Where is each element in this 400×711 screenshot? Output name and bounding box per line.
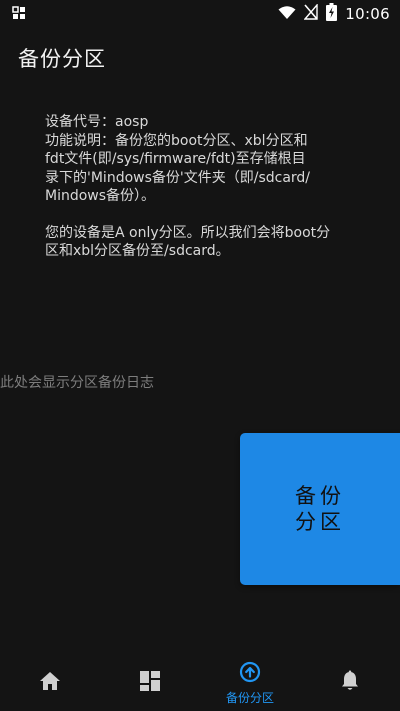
- notification-grid-icon: [12, 5, 26, 24]
- bottom-nav: 备份分区: [0, 655, 400, 711]
- status-bar: 10:06: [0, 0, 400, 28]
- backup-partition-button[interactable]: 备份分区: [240, 433, 400, 585]
- device-info-line: 您的设备是A only分区。所以我们会将boot分: [45, 224, 331, 241]
- device-info-line: 区和xbl分区备份至/sdcard。: [45, 243, 230, 259]
- upload-circle-icon: [239, 661, 261, 687]
- wifi-icon: [278, 5, 296, 24]
- info-text: 设备代号：aosp 功能说明：备份您的boot分区、xbl分区和 fdt文件(即…: [45, 113, 363, 261]
- nav-item-home[interactable]: [0, 655, 100, 711]
- bell-icon: [340, 670, 360, 696]
- nav-item-backup[interactable]: 备份分区: [200, 655, 300, 711]
- info-line: 功能说明：备份您的boot分区、xbl分区和: [45, 132, 308, 149]
- battery-charging-icon: [326, 3, 338, 25]
- info-line: Mindows备份）。: [45, 188, 156, 204]
- nav-label-backup: 备份分区: [225, 690, 274, 705]
- info-line: 录下的'Mindows备份'文件夹（即/sdcard/: [45, 169, 311, 186]
- nav-item-notifications[interactable]: [300, 655, 400, 711]
- dashboard-icon: [139, 670, 161, 696]
- app-bar: 备份分区: [18, 36, 106, 80]
- info-line: fdt文件(即/sys/firmware/fdt)至存储根目: [45, 151, 306, 167]
- screen: 10:06 备份分区 设备代号：aosp 功能说明：备份您的boot分区、xbl…: [0, 0, 400, 711]
- log-placeholder: 此处会显示分区备份日志: [0, 375, 154, 391]
- page-title: 备份分区: [18, 47, 106, 71]
- status-right: 10:06: [278, 3, 390, 25]
- home-icon: [39, 671, 61, 695]
- status-time: 10:06: [345, 5, 390, 23]
- backup-button-label: 备份分区: [295, 484, 345, 534]
- status-left: [12, 5, 26, 24]
- no-sim-icon: [303, 3, 318, 24]
- info-line: 设备代号：aosp: [45, 114, 149, 130]
- nav-item-dashboard[interactable]: [100, 655, 200, 711]
